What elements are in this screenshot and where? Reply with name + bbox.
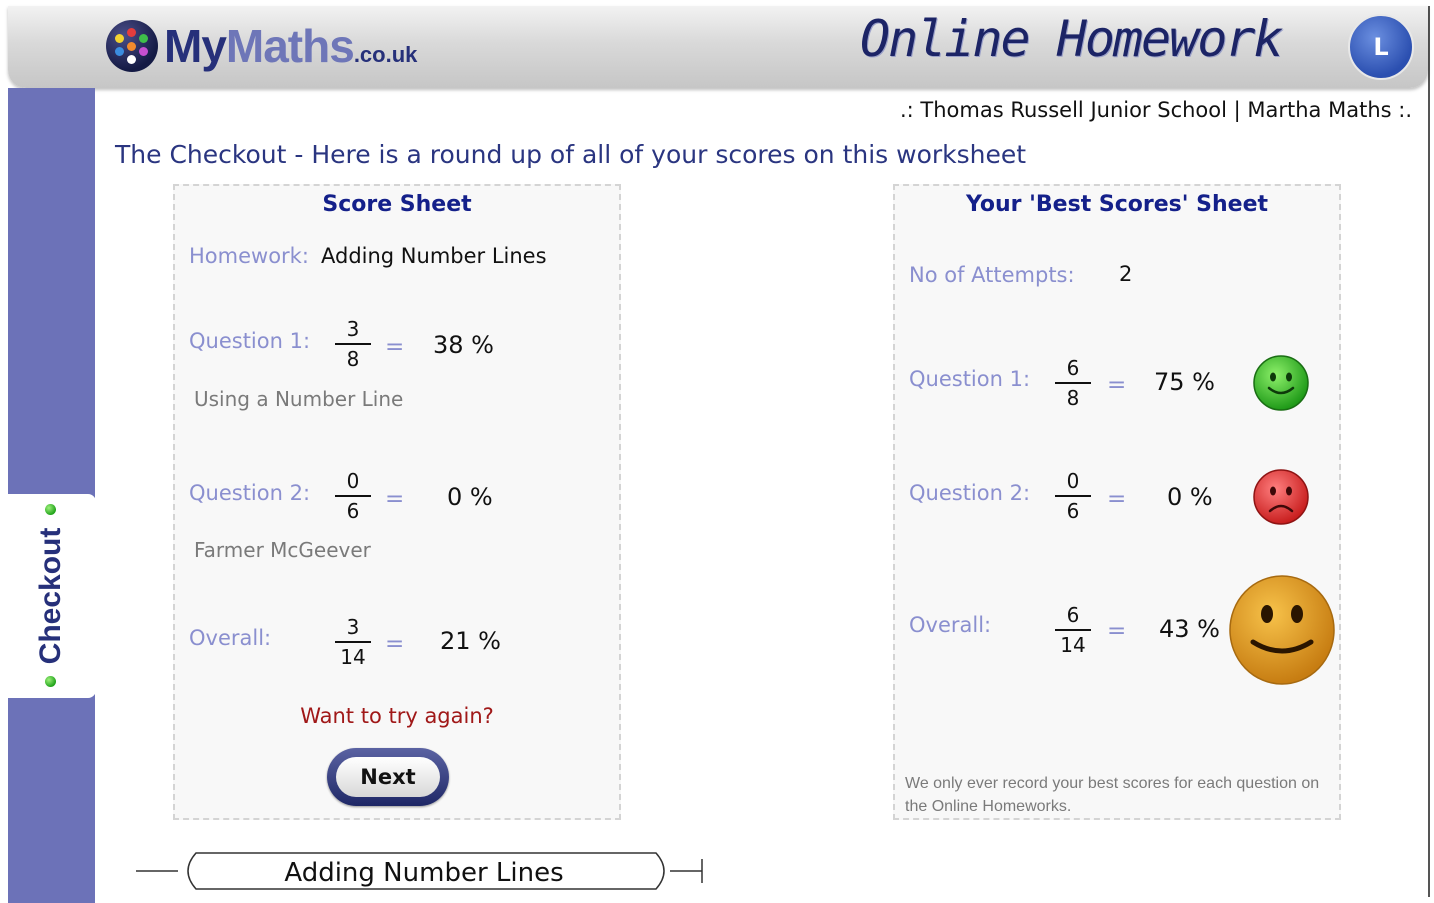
online-homework-banner: Online Homework <box>860 10 1284 68</box>
attempts-label: No of Attempts: <box>909 263 1075 287</box>
fraction-numerator: 6 <box>1066 356 1080 380</box>
best-overall-label: Overall: <box>909 613 992 637</box>
question-2-percent: 0 % <box>447 483 493 511</box>
logo-my-text: My <box>164 20 227 72</box>
question-2-fraction: 0 6 <box>335 468 371 524</box>
overall-percent: 21 % <box>440 627 501 655</box>
checkout-tab[interactable]: Checkout <box>8 494 96 698</box>
fraction-numerator: 0 <box>346 469 360 493</box>
best-overall-percent: 43 % <box>1159 615 1220 643</box>
equals-sign: = <box>1107 618 1127 644</box>
equals-sign: = <box>1107 372 1127 398</box>
equals-sign: = <box>1107 486 1127 512</box>
school-user-line: .: Thomas Russell Junior School | Martha… <box>899 98 1412 122</box>
logo-ball-icon <box>106 20 158 72</box>
worksheet-title-bar: Adding Number Lines <box>136 852 703 890</box>
fraction-denominator: 8 <box>1066 386 1080 410</box>
best-scores-note: We only ever record your best scores for… <box>905 775 1320 815</box>
equals-sign: = <box>385 631 405 657</box>
overall-fraction: 3 14 <box>335 614 371 670</box>
page-title: The Checkout - Here is a round up of all… <box>115 140 1027 169</box>
app-frame: MyMaths.co.uk Online Homework L Checkout… <box>8 6 1430 903</box>
fraction-denominator: 6 <box>1066 499 1080 523</box>
question-1-subtitle: Using a Number Line <box>194 387 404 411</box>
question-1-fraction: 3 8 <box>335 316 371 372</box>
green-dot-icon <box>45 504 56 515</box>
worksheet-title: Adding Number Lines <box>284 858 563 888</box>
best-question-2-percent: 0 % <box>1167 483 1213 511</box>
best-question-2-fraction: 0 6 <box>1055 468 1091 524</box>
try-again-prompt: Want to try again? <box>300 704 494 728</box>
question-2-label: Question 2: <box>189 481 311 505</box>
equals-sign: = <box>385 486 405 512</box>
best-overall-fraction: 6 14 <box>1055 602 1091 658</box>
logo-maths-text: Maths <box>225 20 355 72</box>
fraction-denominator: 14 <box>1060 633 1086 657</box>
mymaths-logo[interactable]: MyMaths.co.uk <box>106 16 417 76</box>
sad-face-icon <box>1253 469 1309 525</box>
question-1-label: Question 1: <box>189 329 311 353</box>
equals-sign: = <box>385 334 405 360</box>
homework-badge-icon[interactable]: L <box>1348 14 1414 80</box>
fraction-numerator: 6 <box>1066 603 1080 627</box>
question-1-percent: 38 % <box>433 331 494 359</box>
fraction-numerator: 0 <box>1066 469 1080 493</box>
green-dot-icon <box>45 676 56 687</box>
logo-domain-text: .co.uk <box>353 42 418 67</box>
score-sheet-panel: Score Sheet Homework: Adding Number Line… <box>173 184 621 820</box>
best-question-1-label: Question 1: <box>909 367 1031 391</box>
next-button-label: Next <box>336 757 440 797</box>
best-question-1-percent: 75 % <box>1154 368 1215 396</box>
best-scores-title: Your 'Best Scores' Sheet <box>965 192 1269 217</box>
fraction-numerator: 3 <box>346 317 360 341</box>
happy-face-icon <box>1253 355 1309 411</box>
next-button[interactable]: Next <box>327 748 449 806</box>
score-sheet-title: Score Sheet <box>322 192 472 217</box>
header-bar: MyMaths.co.uk Online Homework L <box>8 6 1428 88</box>
attempts-value: 2 <box>1119 262 1133 286</box>
checkout-tab-label: Checkout <box>34 527 67 665</box>
fraction-denominator: 6 <box>346 499 360 523</box>
fraction-denominator: 8 <box>346 347 360 371</box>
homework-value: Adding Number Lines <box>321 244 547 268</box>
overall-label: Overall: <box>189 626 272 650</box>
best-scores-panel: Your 'Best Scores' Sheet No of Attempts:… <box>893 184 1341 820</box>
fraction-denominator: 14 <box>340 645 366 669</box>
homework-label: Homework: <box>189 244 309 268</box>
smile-face-icon <box>1229 575 1335 685</box>
question-2-subtitle: Farmer McGeever <box>194 538 371 562</box>
best-question-1-fraction: 6 8 <box>1055 355 1091 411</box>
fraction-numerator: 3 <box>346 615 360 639</box>
best-question-2-label: Question 2: <box>909 481 1031 505</box>
